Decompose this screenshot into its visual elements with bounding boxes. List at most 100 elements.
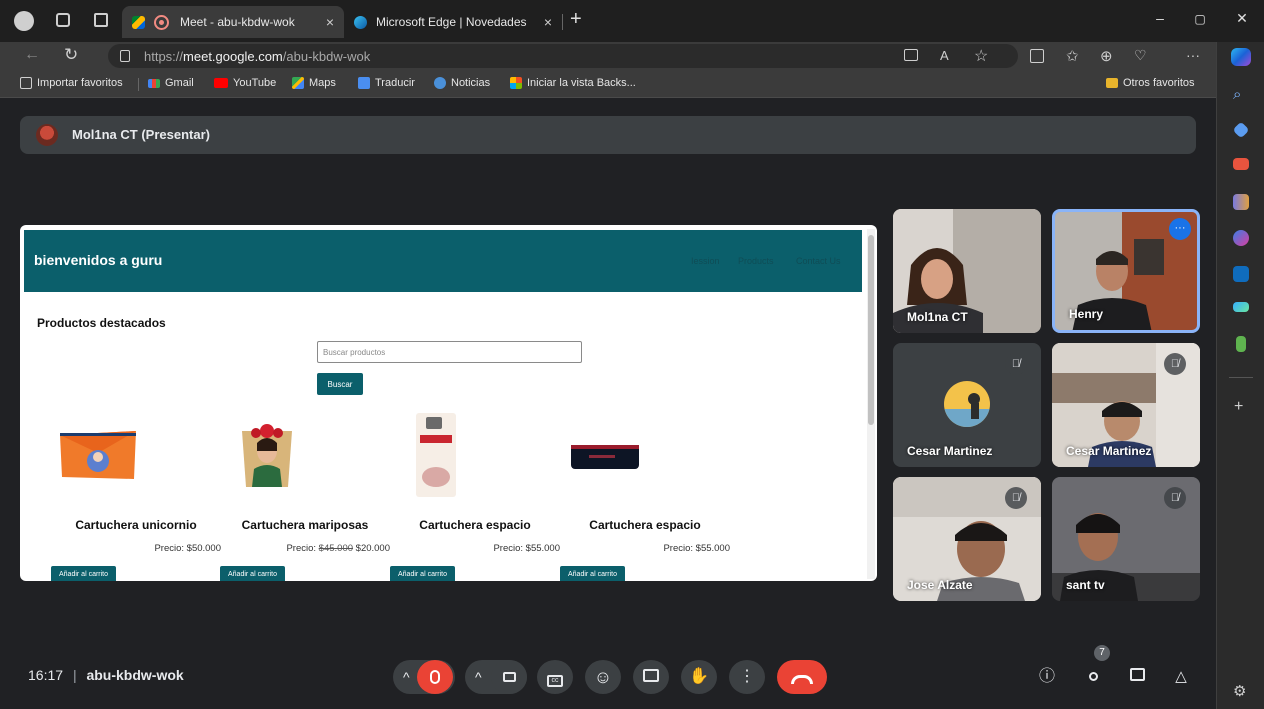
tab-close-icon[interactable]: × [326, 14, 334, 30]
camera-in-use-icon[interactable] [904, 49, 918, 61]
sidebar-settings-icon[interactable]: ⚙ [1233, 682, 1246, 700]
product-name: Cartuchera mariposas [241, 518, 369, 532]
participant-tile[interactable]: Mol1na CT [893, 209, 1041, 333]
bookmark-gmail[interactable]: Gmail [148, 77, 194, 89]
unicorn-pouch-image [60, 431, 136, 479]
games-icon[interactable] [1233, 230, 1249, 246]
tab-close-icon[interactable]: × [544, 14, 552, 30]
leave-call-button[interactable] [777, 660, 827, 694]
restore-button[interactable]: ▢ [1190, 12, 1210, 26]
other-favorites[interactable]: Otros favoritos [1106, 77, 1195, 89]
tools-icon[interactable] [1233, 158, 1249, 170]
bookmark-news[interactable]: Noticias [434, 77, 490, 89]
minimize-button[interactable]: – [1150, 10, 1170, 26]
participant-name: Cesar Martinez [1066, 444, 1152, 458]
camera-button[interactable] [491, 660, 527, 694]
muted-icon: 🎙̸ [1164, 353, 1186, 375]
url-text[interactable]: https://meet.google.com/abu-kbdw-wok [144, 49, 370, 64]
persona-icon[interactable] [1233, 194, 1249, 210]
performance-icon[interactable]: ♡ [1134, 47, 1147, 64]
browser-title-bar: Meet - abu-kbdw-wok × Microsoft Edge | N… [0, 0, 1264, 42]
tab-actions-icon[interactable] [94, 13, 108, 27]
chess-icon[interactable] [1236, 336, 1246, 352]
site-nav-contact: Contact Us [796, 256, 841, 266]
youtube-icon [214, 78, 228, 88]
maps-icon [292, 77, 304, 89]
import-icon [20, 77, 32, 89]
search-icon[interactable]: ⌕ [1233, 86, 1241, 103]
bookmark-maps[interactable]: Maps [292, 77, 336, 89]
captions-button[interactable]: cc [537, 660, 573, 694]
edge-favicon [354, 16, 367, 29]
reload-button[interactable]: ↻ [64, 45, 78, 65]
add-sidebar-app-icon[interactable]: + [1234, 398, 1243, 416]
favorites-icon[interactable]: ✩ [1066, 47, 1079, 65]
info-separator: | [72, 667, 77, 683]
captions-icon: cc [547, 675, 563, 687]
close-window-button[interactable]: ✕ [1232, 10, 1252, 27]
reactions-button[interactable]: ☺ [585, 660, 621, 694]
scroll-thumb [868, 235, 874, 425]
participant-name: Jose Alzate [907, 578, 973, 592]
shopping-icon[interactable] [1232, 121, 1250, 139]
edge-sidebar: ⌕ + ⚙ [1216, 42, 1264, 709]
read-aloud-icon[interactable]: A [940, 48, 949, 63]
shared-screen: bienvenidos a guru Iession Products Cont… [20, 225, 877, 581]
search-button: Buscar [317, 373, 363, 395]
split-screen-icon[interactable] [1030, 49, 1044, 63]
bookmark-translate[interactable]: Traducir [358, 77, 415, 89]
address-bar[interactable]: https://meet.google.com/abu-kbdw-wok A ☆ [108, 44, 1018, 68]
bookmark-backstage[interactable]: Iniciar la vista Backs... [510, 77, 636, 89]
new-tab-button[interactable]: + [570, 8, 582, 31]
participant-name: Henry [1069, 307, 1104, 321]
collections-icon[interactable]: ⊕ [1100, 47, 1113, 65]
more-options-button[interactable]: ⋮ [729, 660, 765, 694]
bookmark-youtube[interactable]: YouTube [214, 77, 276, 89]
add-to-cart-button: Añadir al carrito [390, 566, 456, 581]
mic-off-icon [430, 670, 440, 684]
tab-label: Microsoft Edge | Novedades [376, 15, 527, 29]
participant-tile[interactable]: 🎙̸ Cesar Martinez [1052, 343, 1200, 467]
product-card: Cartuchera mariposas Precio: $45.000 $20… [220, 405, 390, 581]
tab-meet[interactable]: Meet - abu-kbdw-wok × [122, 6, 344, 38]
meeting-time: 16:17 [28, 667, 64, 683]
tile-more-options-button[interactable]: ··· [1169, 218, 1191, 240]
shared-scrollbar [867, 229, 875, 579]
people-icon[interactable] [1082, 666, 1104, 688]
present-button[interactable] [633, 660, 669, 694]
product-search-input: Buscar productos [317, 341, 582, 363]
sidebar-divider [1229, 377, 1253, 378]
chat-icon[interactable] [1126, 666, 1148, 688]
bookmark-import[interactable]: Importar favoritos [20, 77, 123, 89]
product-price: Precio: $55.000 [493, 543, 560, 554]
workspaces-icon[interactable] [56, 13, 70, 27]
raise-hand-button[interactable]: ✋ [681, 660, 717, 694]
outlook-icon[interactable] [1233, 266, 1249, 282]
space-pouch-image [571, 445, 639, 469]
muted-icon: 🎙̸ [1164, 487, 1186, 509]
muted-icon: 🎙̸ [1005, 487, 1027, 509]
participant-tile[interactable]: 🎙̸ Cesar Martinez [893, 343, 1041, 467]
mic-off-button[interactable] [417, 660, 453, 694]
settings-more-button[interactable]: ··· [1186, 47, 1200, 63]
participant-tile-active[interactable]: ··· Henry [1052, 209, 1200, 333]
participant-tile[interactable]: 🎙̸ sant tv [1052, 477, 1200, 601]
activities-icon[interactable]: △ [1170, 666, 1192, 688]
product-price: Precio: $45.000 $20.000 [286, 543, 390, 554]
favorite-star-icon[interactable]: ☆ [974, 46, 988, 66]
participant-avatar [944, 381, 990, 427]
add-to-cart-button: Añadir al carrito [51, 566, 117, 581]
frida-pouch-image [242, 424, 292, 487]
copilot-icon[interactable] [1231, 48, 1251, 66]
folder-icon [1106, 78, 1118, 88]
participant-tile[interactable]: 🎙̸ Jose Alzate [893, 477, 1041, 601]
send-icon[interactable] [1233, 302, 1249, 312]
presenter-avatar [36, 124, 58, 146]
la-hoz-package-image [416, 413, 456, 497]
tab-edge-news[interactable]: Microsoft Edge | Novedades × [346, 6, 562, 38]
featured-heading: Productos destacados [37, 316, 166, 330]
camera-icon [502, 672, 516, 682]
profile-avatar[interactable] [14, 11, 34, 31]
meeting-details-icon[interactable]: ⓘ [1036, 666, 1058, 688]
back-button[interactable]: ← [24, 46, 40, 64]
